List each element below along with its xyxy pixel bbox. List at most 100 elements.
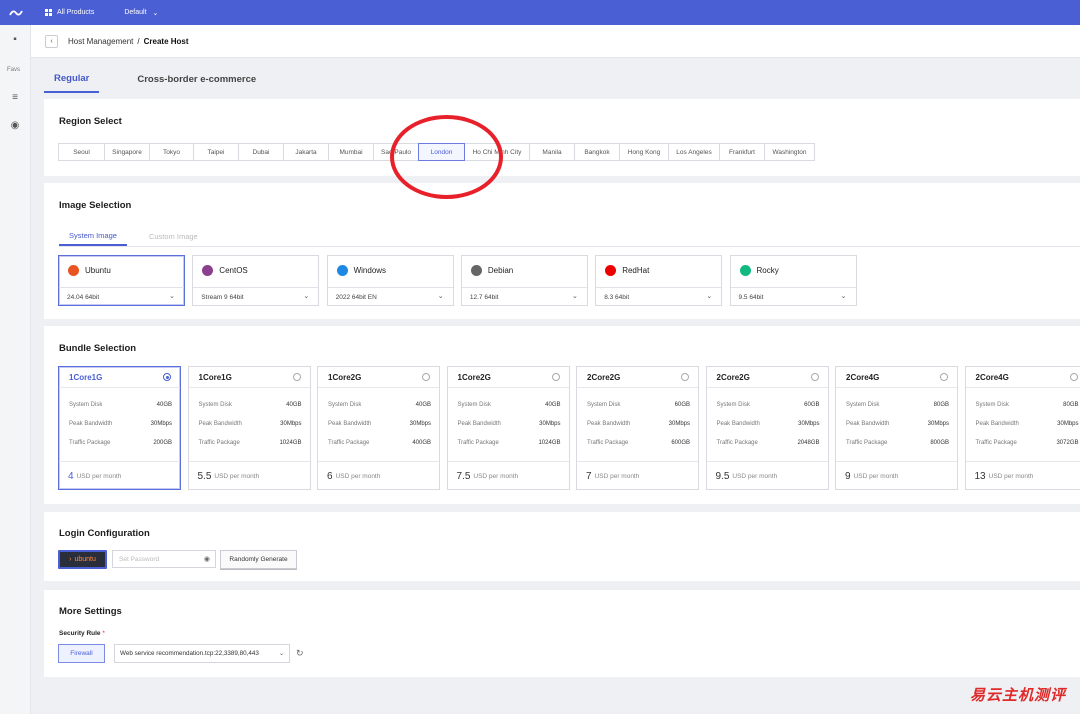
login-section: Login Configuration › ubuntu Set Passwor… [44, 512, 1080, 581]
bundle-card[interactable]: 1Core1G System Disk 40GB Peak Bandwidth 30Mb… [187, 366, 311, 490]
spec-bandwidth: Peak Bandwidth 30Mbps [587, 421, 690, 427]
highlight-circle [390, 115, 503, 199]
spec-bandwidth: Peak Bandwidth 30Mbps [458, 421, 561, 427]
monitor-icon[interactable]: ▪ [9, 33, 21, 45]
breadcrumb-host-management[interactable]: Host Management [68, 37, 133, 46]
spec-traffic: Traffic Package 1024GB [199, 440, 302, 446]
image-version-select[interactable]: 2022 64bit EN ⌄ [327, 287, 453, 306]
image-card-rocky[interactable]: Rocky 9.5 64bit ⌄ [729, 255, 857, 306]
price-value: 13 [974, 470, 986, 482]
image-version-value: 8.3 64bit [604, 293, 630, 301]
spec-traffic: Traffic Package 600GB [587, 440, 690, 446]
password-input[interactable]: Set Password ◉ [112, 550, 216, 568]
bundle-radio[interactable] [1069, 373, 1078, 381]
image-name: Ubuntu [68, 265, 111, 276]
back-button[interactable]: ‹ [45, 34, 58, 48]
image-version-select[interactable]: 9.5 64bit ⌄ [730, 287, 856, 306]
bundle-price: 9.5 USD per month [706, 461, 828, 490]
bundle-radio[interactable] [681, 373, 689, 381]
spec-value: 80GB [1063, 402, 1079, 408]
price-unit: USD per month [76, 472, 122, 480]
bundle-card[interactable]: 1Core2G System Disk 40GB Peak Bandwidth 30Mb… [446, 366, 570, 490]
bundle-card[interactable]: 1Core2G System Disk 40GB Peak Bandwidth 30Mb… [317, 366, 440, 490]
image-version-select[interactable]: 8.3 64bit ⌄ [596, 287, 722, 306]
tab-regular[interactable]: Regular [44, 66, 100, 93]
image-version-select[interactable]: 24.04 64bit ⌄ [59, 287, 184, 306]
spec-disk: System Disk 60GB [587, 402, 690, 408]
image-name: Windows [336, 265, 386, 276]
bundle-card[interactable]: 1Core1G System Disk 40GB Peak Bandwidth 30Mb… [58, 366, 181, 490]
image-card-debian[interactable]: Debian 12.7 64bit ⌄ [460, 255, 588, 306]
region-option[interactable]: Singapore [104, 143, 150, 161]
region-option[interactable]: Mumbai [328, 143, 374, 161]
username-label: ubuntu [74, 556, 96, 563]
tab-cross-border[interactable]: Cross-border e-commerce [127, 66, 266, 93]
bundle-card[interactable]: 2Core2G System Disk 60GB Peak Bandwidth 30Mb… [705, 366, 829, 490]
bundle-radio[interactable] [810, 373, 819, 381]
spec-label: Traffic Package [975, 440, 1017, 446]
region-option[interactable]: Hong Kong [619, 143, 669, 161]
region-option[interactable]: Tokyo [149, 143, 194, 161]
image-title: Image Selection [59, 200, 132, 211]
price-value: 7.5 [456, 470, 471, 482]
image-card-windows[interactable]: Windows 2022 64bit EN ⌄ [326, 255, 454, 306]
bundle-card[interactable]: 2Core4G System Disk 80GB Peak Bandwidth 30Mb… [964, 366, 1080, 490]
bundle-name: 2Core4G [846, 372, 880, 382]
workspace-dropdown[interactable]: Default ⌄ [124, 9, 158, 17]
password-placeholder: Set Password [119, 555, 160, 563]
tab-custom-image[interactable]: Custom Image [139, 226, 208, 246]
spec-value: 30Mbps [409, 421, 431, 427]
logo-icon[interactable] [0, 0, 31, 25]
bundle-radio[interactable] [551, 373, 560, 381]
random-generate-button[interactable]: Randomly Generate [220, 550, 297, 569]
required-mark: * [102, 630, 105, 637]
spec-label: Peak Bandwidth [587, 421, 631, 427]
username-button[interactable]: › ubuntu [58, 550, 107, 569]
region-option[interactable]: Taipei [193, 143, 239, 161]
spec-label: Traffic Package [587, 440, 629, 446]
region-option[interactable]: Frankfurt [719, 143, 765, 161]
spec-bandwidth: Peak Bandwidth 30Mbps [976, 421, 1079, 427]
bundle-radio[interactable] [422, 373, 430, 381]
chevron-down-icon: ⌄ [303, 293, 310, 300]
region-option[interactable]: Washington [764, 143, 815, 161]
security-rule-select[interactable]: Web service recommendation.tcp:22,3389,8… [114, 644, 290, 663]
compass-icon[interactable]: ◉ [9, 119, 21, 131]
price-value: 6 [327, 470, 333, 482]
region-option[interactable]: Bangkok [574, 143, 620, 161]
image-version-select[interactable]: 12.7 64bit ⌄ [461, 287, 587, 306]
bundle-radio[interactable] [292, 373, 301, 381]
security-rule-label: Security Rule * [59, 630, 105, 637]
image-version-select[interactable]: Stream 9 64bit ⌄ [193, 287, 319, 306]
spec-value: 30Mbps [280, 421, 302, 427]
eye-icon[interactable]: ◉ [204, 555, 210, 563]
refresh-icon[interactable]: ↻ [296, 648, 304, 659]
list-icon[interactable]: ≡ [9, 91, 21, 103]
region-option[interactable]: Dubai [238, 143, 284, 161]
bundle-price: 7.5 USD per month [447, 461, 569, 490]
region-option[interactable]: Manila [529, 143, 575, 161]
bundle-radio[interactable] [163, 373, 171, 381]
bundle-header: 1Core1G [59, 367, 180, 388]
region-option[interactable]: Jakarta [283, 143, 329, 161]
firewall-button[interactable]: Firewall [58, 644, 105, 663]
bundle-card[interactable]: 2Core2G System Disk 60GB Peak Bandwidth 30Mb… [576, 366, 699, 490]
chevron-down-icon: ⌄ [840, 293, 847, 300]
bundle-card[interactable]: 2Core4G System Disk 80GB Peak Bandwidth 30Mb… [835, 366, 958, 490]
region-option[interactable]: Los Angeles [668, 143, 720, 161]
image-name-label: Debian [487, 266, 514, 275]
price-unit: USD per month [473, 472, 519, 480]
region-option[interactable]: Seoul [58, 143, 105, 161]
image-subtabs: System Image Custom Image [59, 226, 1080, 247]
all-products-menu[interactable]: All Products [45, 9, 94, 16]
tab-system-image[interactable]: System Image [59, 226, 127, 246]
image-version-value: 2022 64bit EN [335, 293, 377, 301]
price-unit: USD per month [853, 472, 899, 480]
image-card-ubuntu[interactable]: Ubuntu 24.04 64bit ⌄ [58, 255, 185, 306]
price-unit: USD per month [214, 472, 260, 480]
image-card-centos[interactable]: CentOS Stream 9 64bit ⌄ [192, 255, 320, 306]
bundle-radio[interactable] [940, 373, 948, 381]
region-title: Region Select [59, 116, 122, 127]
image-card-redhat[interactable]: RedHat 8.3 64bit ⌄ [595, 255, 723, 306]
image-name-label: Ubuntu [85, 266, 111, 275]
